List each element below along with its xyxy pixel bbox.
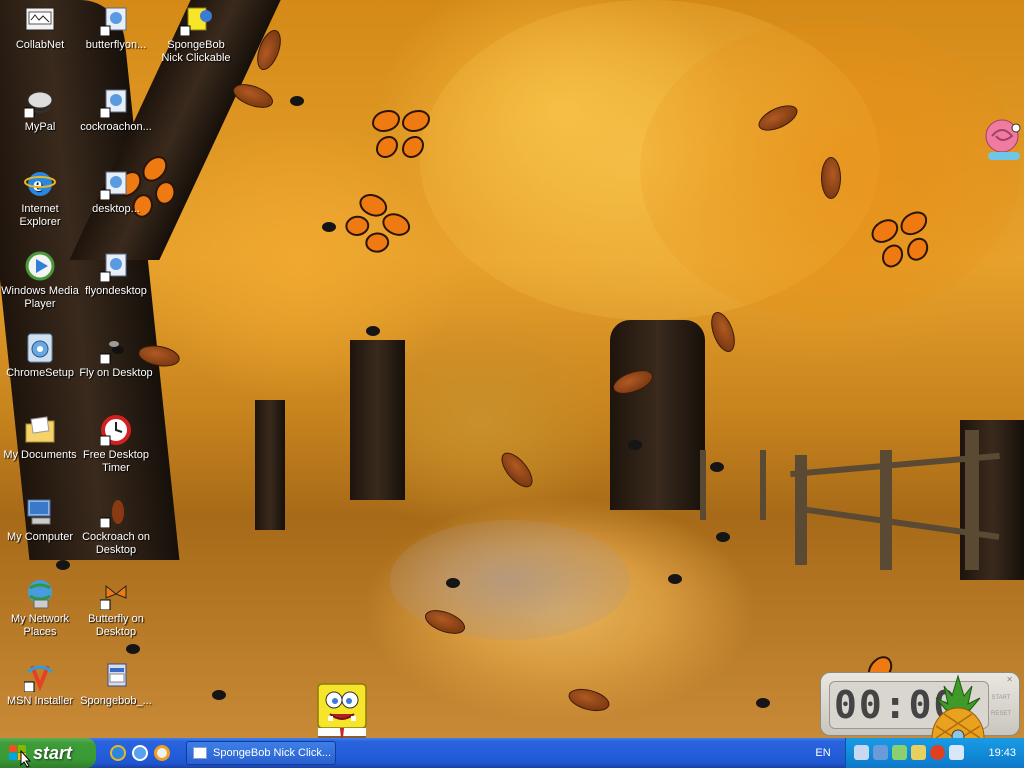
desktop-icon-desktop-shortcut[interactable]: desktop... [76, 168, 156, 216]
desktop-icon-windows-media-player[interactable]: Windows Media Player [0, 250, 80, 311]
fly-sprite [756, 698, 770, 708]
internet-explorer-icon[interactable] [110, 745, 126, 761]
fly-sprite [366, 326, 380, 336]
desktop-icon-cockroachon[interactable]: cockroachon... [76, 86, 156, 134]
desktop-icon-my-documents[interactable]: My Documents [0, 414, 80, 462]
desktop-icon-butterflyon[interactable]: butterflyon... [76, 4, 156, 52]
desktop-icon-butterfly-on-desktop[interactable]: Butterfly on Desktop [76, 578, 156, 639]
fly-sprite [716, 532, 730, 542]
desktop-icon-mypal[interactable]: MyPal [0, 86, 80, 134]
collabnet-icon [24, 4, 56, 36]
desktop-icon-msn-installer[interactable]: MSN Installer [0, 660, 80, 708]
fly-sprite [290, 96, 304, 106]
cockroach-sprite [821, 157, 841, 199]
fly-sprite [668, 574, 682, 584]
spongebob-icon [179, 4, 212, 37]
cockroach-sprite [706, 308, 740, 356]
media-player-icon[interactable] [154, 745, 170, 761]
desktop-icon-internet-explorer[interactable]: e Internet Explorer [0, 168, 80, 229]
settings-tray-icon[interactable] [873, 745, 888, 760]
timer-icon [99, 414, 132, 447]
butterfly-shortcut-icon [99, 4, 132, 37]
butterfly-sprite [370, 110, 430, 160]
window-icon [193, 747, 207, 759]
desktop-icon-spongebob-nick-clickable[interactable]: SpongeBob Nick Clickable [156, 4, 236, 65]
spongebob-character[interactable] [314, 682, 370, 738]
desktop-icon-collabnet[interactable]: CollabNet [0, 4, 80, 52]
msn-installer-icon [23, 660, 56, 693]
clock[interactable]: 19:43 [988, 738, 1016, 768]
outlook-express-icon[interactable] [132, 745, 148, 761]
cockroach-icon [99, 496, 132, 529]
desktop-icon-spongebob-installer[interactable]: Spongebob_... [76, 660, 156, 708]
taskbar: start SpongeBob Nick Click... EN 19:43 [0, 738, 1024, 768]
timer-tray-icon[interactable] [930, 745, 945, 760]
windows-media-player-icon [24, 250, 56, 282]
taskbar-window-button[interactable]: SpongeBob Nick Click... [186, 741, 336, 765]
start-button[interactable]: start [0, 738, 96, 768]
network-tray-icon[interactable] [854, 745, 869, 760]
cockroach-shortcut-icon [99, 86, 132, 119]
desktop-icon-my-network-places[interactable]: My Network Places [0, 578, 80, 639]
desktop-icon-free-desktop-timer[interactable]: Free Desktop Timer [76, 414, 156, 475]
my-computer-icon [24, 496, 56, 528]
timer-start-button[interactable]: START [989, 691, 1013, 705]
fly-sprite [710, 462, 724, 472]
security-tray-icon[interactable] [949, 745, 964, 760]
fly-sprite [628, 440, 642, 450]
chrome-setup-icon [24, 332, 56, 364]
internet-explorer-icon: e [24, 168, 56, 200]
butterfly-sprite [336, 187, 415, 264]
desktop-icon-fly-on-desktop[interactable]: Fly on Desktop [76, 332, 156, 380]
desktop-icon-chromesetup[interactable]: ChromeSetup [0, 332, 80, 380]
installer-icon [100, 660, 132, 692]
sound-tray-icon[interactable] [911, 745, 926, 760]
gary-snail-sprite [982, 118, 1024, 172]
fly-sprite [446, 578, 460, 588]
start-label: start [33, 743, 73, 763]
desktop-timer-widget[interactable]: 00:00 ✕ START RESET [820, 672, 1020, 736]
fly-icon [99, 332, 132, 365]
language-indicator[interactable]: EN [808, 738, 838, 768]
network-places-icon [24, 578, 56, 610]
cockroach-sprite [229, 79, 277, 113]
fly-sprite [56, 560, 70, 570]
messenger-tray-icon[interactable] [892, 745, 907, 760]
fly-shortcut-icon [99, 250, 132, 283]
my-documents-icon [24, 414, 56, 446]
system-tray: 19:43 [845, 738, 1024, 768]
timer-reset-button[interactable]: RESET [989, 707, 1013, 721]
desktop-icon-my-computer[interactable]: My Computer [0, 496, 80, 544]
mypal-icon [23, 86, 56, 119]
desktop-icon-flyondesktop[interactable]: flyondesktop [76, 250, 156, 298]
desktop-icon-cockroach-on-desktop[interactable]: Cockroach on Desktop [76, 496, 156, 557]
fly-sprite [212, 690, 226, 700]
fly-sprite [126, 644, 140, 654]
mouse-cursor [20, 749, 32, 768]
butterfly-icon [99, 578, 132, 611]
desktop-shortcut-icon [99, 168, 132, 201]
taskbar-window-label: SpongeBob Nick Click... [213, 747, 331, 759]
fly-sprite [322, 222, 336, 232]
close-icon[interactable]: ✕ [1006, 675, 1013, 684]
